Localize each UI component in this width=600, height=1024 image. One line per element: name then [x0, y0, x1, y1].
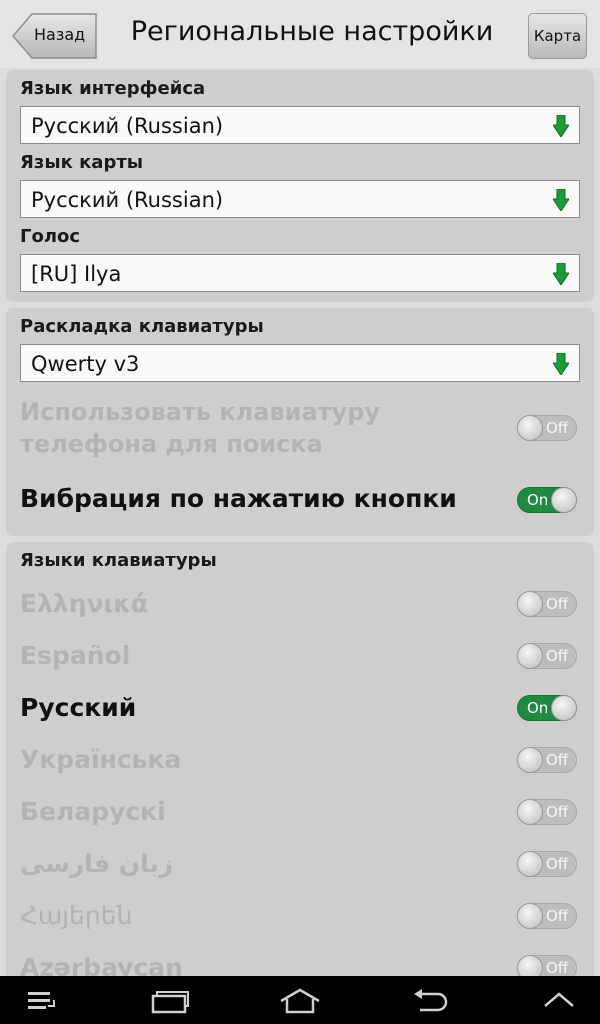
toggle-state-label: Off	[546, 751, 569, 769]
toggle-state-label: Off	[546, 419, 569, 437]
toggle-knob	[517, 643, 543, 669]
toggle-state-label: Off	[546, 595, 569, 613]
green-down-arrow-icon	[553, 189, 569, 211]
language-settings-panel: Язык интерфейса Русский (Russian) Язык к…	[6, 70, 594, 302]
back-button[interactable]: Назад	[12, 13, 98, 59]
map-language-label: Язык карты	[20, 152, 144, 173]
keyboard-layout-value: Qwerty v3	[31, 352, 140, 376]
green-down-arrow-icon	[553, 263, 569, 285]
interface-language-select[interactable]: Русский (Russian)	[20, 106, 580, 144]
language-toggle-russian[interactable]: On	[517, 695, 577, 721]
voice-label: Голос	[20, 226, 81, 247]
toggle-state-label: On	[527, 491, 549, 509]
voice-select[interactable]: [RU] Ilya	[20, 254, 580, 292]
map-language-select[interactable]: Русский (Russian)	[20, 180, 580, 218]
vibration-label: Вибрация по нажатию кнопки	[20, 484, 457, 513]
toggle-knob	[551, 695, 577, 721]
keyboard-layout-label: Раскладка клавиатуры	[20, 316, 264, 337]
language-toggle-spanish[interactable]: Off	[517, 643, 577, 669]
language-toggle-armenian[interactable]: Off	[517, 903, 577, 929]
toggle-state-label: Off	[546, 647, 569, 665]
language-item-russian: Русский	[20, 693, 137, 722]
language-item-spanish: Español	[20, 641, 131, 670]
back-button-label: Назад	[34, 25, 86, 44]
green-down-arrow-icon	[553, 353, 569, 375]
toggle-state-label: On	[527, 699, 549, 717]
toggle-state-label: Off	[546, 855, 569, 873]
language-toggle-ukrainian[interactable]: Off	[517, 747, 577, 773]
phone-keyboard-search-label: Использовать клавиатуру телефона для пои…	[20, 398, 381, 458]
chevron-up-icon[interactable]	[542, 990, 576, 1010]
toggle-knob	[517, 799, 543, 825]
language-item-greek: Ελληνικά	[20, 589, 149, 618]
keyboard-layout-select[interactable]: Qwerty v3	[20, 344, 580, 382]
map-button[interactable]: Карта	[528, 13, 587, 59]
voice-value: [RU] Ilya	[31, 262, 122, 286]
system-navigation-bar	[0, 976, 600, 1024]
page-title: Региональные настройки	[130, 16, 494, 47]
map-language-value: Русский (Russian)	[31, 188, 224, 212]
phone-keyboard-search-toggle[interactable]: Off	[517, 415, 577, 441]
toggle-knob	[517, 851, 543, 877]
toggle-knob	[517, 415, 543, 441]
interface-language-value: Русский (Russian)	[31, 114, 224, 138]
language-toggle-belarusian[interactable]: Off	[517, 799, 577, 825]
toggle-knob	[517, 747, 543, 773]
toggle-knob	[551, 487, 577, 513]
recent-apps-icon[interactable]	[150, 988, 190, 1014]
toggle-state-label: Off	[546, 907, 569, 925]
keyboard-languages-title: Языки клавиатуры	[20, 550, 217, 571]
language-toggle-greek[interactable]: Off	[517, 591, 577, 617]
home-icon[interactable]	[278, 988, 322, 1014]
language-item-armenian: Հայերեն	[20, 901, 133, 930]
vibration-toggle[interactable]: On	[517, 487, 577, 513]
language-toggle-farsi[interactable]: Off	[517, 851, 577, 877]
keyboard-languages-panel: Языки клавиатуры Ελληνικά Off Español Of…	[6, 542, 594, 982]
keyboard-settings-panel: Раскладка клавиатуры Qwerty v3 Использов…	[6, 308, 594, 536]
toggle-state-label: Off	[546, 803, 569, 821]
language-item-farsi: زبان فارسی	[20, 849, 174, 878]
top-bar: Назад Региональные настройки Карта	[0, 0, 600, 68]
back-icon[interactable]	[410, 988, 450, 1014]
language-item-belarusian: Беларускі	[20, 797, 166, 826]
toggle-knob	[517, 591, 543, 617]
interface-language-label: Язык интерфейса	[20, 78, 206, 99]
green-down-arrow-icon	[553, 115, 569, 137]
toggle-state-label: Off	[546, 959, 569, 977]
menu-icon[interactable]	[26, 988, 58, 1012]
language-item-ukrainian: Українська	[20, 745, 182, 774]
toggle-knob	[517, 903, 543, 929]
